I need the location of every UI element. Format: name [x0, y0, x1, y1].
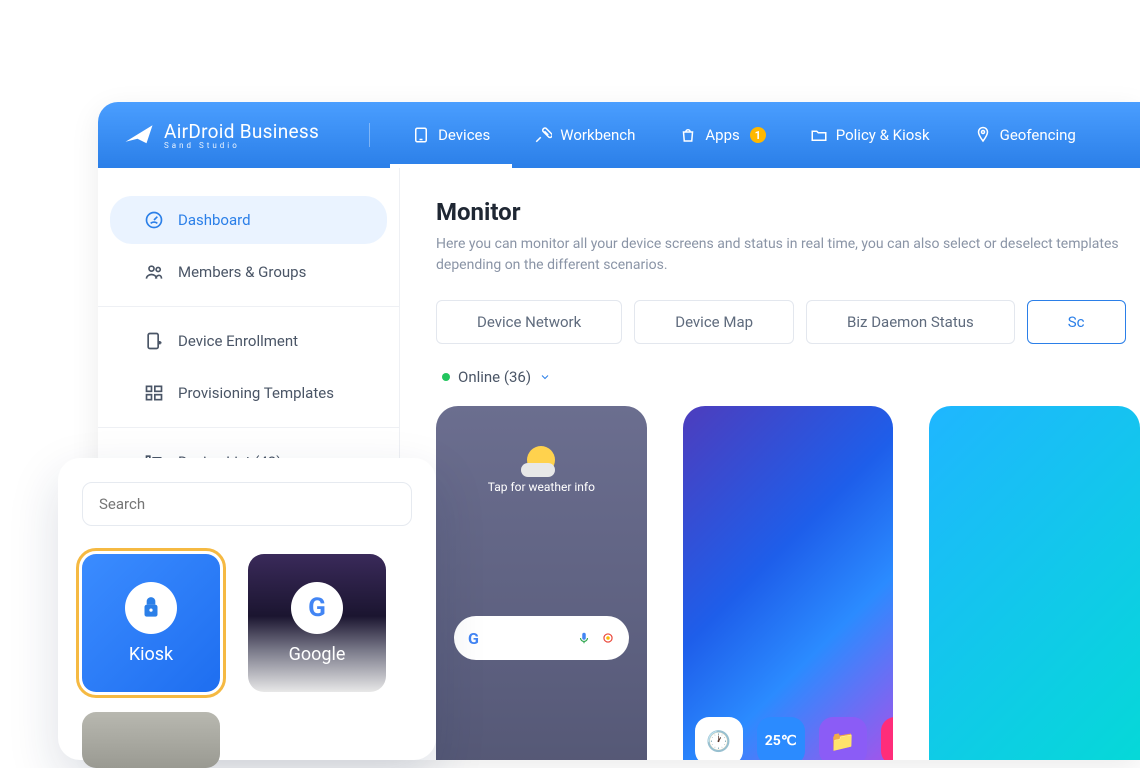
sidebar-members[interactable]: Members & Groups [110, 248, 387, 296]
app-grid-2: 🕐Clock 25℃Weather 📁File Manager ♪i Music… [695, 717, 882, 760]
brand-name: AirDroid Business [164, 120, 319, 143]
online-filter[interactable]: Online (36) [442, 368, 1140, 386]
clock-icon: 🕐 [695, 717, 743, 760]
weather-text: Tap for weather info [436, 480, 647, 494]
sidebar-dashboard-label: Dashboard [178, 211, 251, 229]
lock-icon [125, 582, 177, 634]
device-screen-2[interactable]: 🕐Clock 25℃Weather 📁File Manager ♪i Music… [683, 406, 894, 760]
tab-biz-daemon[interactable]: Biz Daemon Status [806, 300, 1015, 344]
sidebar-members-label: Members & Groups [178, 263, 306, 281]
logo-icon [124, 123, 154, 147]
online-dot-icon [442, 373, 450, 381]
sidebar-provisioning-label: Provisioning Templates [178, 384, 334, 402]
sidebar-separator [98, 306, 399, 307]
tab-screen[interactable]: Sc [1027, 300, 1126, 344]
app-music: ♪i Music [881, 717, 894, 760]
lens-icon [601, 631, 615, 645]
tab-device-network[interactable]: Device Network [436, 300, 622, 344]
brand-sub: Sand Studio [164, 141, 319, 150]
sidebar-separator-2 [98, 427, 399, 428]
logo: AirDroid Business Sand Studio [124, 120, 319, 150]
device-add-icon [144, 331, 164, 351]
gauge-icon [144, 210, 164, 230]
nav-divider [369, 123, 370, 147]
sidebar-enrollment-label: Device Enrollment [178, 332, 298, 350]
pin-icon [974, 126, 992, 144]
device-grid: Tap for weather info G 10Calendar ✱Galle… [436, 406, 1140, 760]
nav-geofencing[interactable]: Geofencing [952, 102, 1098, 168]
music-icon: ♪ [881, 717, 894, 760]
app-clock: 🕐Clock [695, 717, 743, 760]
tile-kiosk[interactable]: Kiosk [82, 554, 220, 692]
main: Monitor Here you can monitor all your de… [400, 168, 1140, 760]
bag-icon [679, 126, 697, 144]
sidebar-enrollment[interactable]: Device Enrollment [110, 317, 387, 365]
tools-icon [534, 126, 552, 144]
page-desc: Here you can monitor all your device scr… [436, 234, 1136, 276]
tab-device-map[interactable]: Device Map [634, 300, 794, 344]
nav-workbench-label: Workbench [560, 126, 635, 144]
nav-policy-label: Policy & Kiosk [836, 126, 930, 144]
device-screen-3[interactable] [929, 406, 1140, 760]
sidebar-dashboard[interactable]: Dashboard [110, 196, 387, 244]
users-icon [144, 262, 164, 282]
kiosk-search-input[interactable] [82, 482, 412, 526]
sun-cloud-icon [527, 446, 555, 474]
nav-apps-badge: 1 [750, 127, 766, 143]
nav-policy[interactable]: Policy & Kiosk [788, 102, 952, 168]
chevron-down-icon [539, 371, 551, 383]
weather-widget: Tap for weather info [436, 406, 647, 494]
tabs: Device Network Device Map Biz Daemon Sta… [436, 300, 1140, 344]
google-g-icon: G [468, 629, 479, 648]
nav-workbench[interactable]: Workbench [512, 102, 657, 168]
sidebar-provisioning[interactable]: Provisioning Templates [110, 369, 387, 417]
folder-icon [810, 126, 828, 144]
header: AirDroid Business Sand Studio Devices Wo… [98, 102, 1140, 168]
kiosk-popup: Kiosk G Google [58, 458, 436, 760]
app-weather: 25℃Weather [757, 717, 805, 760]
google-logo-icon: G [291, 582, 343, 634]
tile-kiosk-label: Kiosk [129, 644, 173, 665]
nav-apps[interactable]: Apps 1 [657, 102, 787, 168]
weather-icon: 25℃ [757, 717, 805, 760]
kiosk-tiles: Kiosk G Google [82, 554, 412, 692]
page-title: Monitor [436, 198, 1140, 226]
tile-google-label: Google [289, 644, 346, 665]
folder-app-icon: 📁 [819, 717, 867, 760]
tablet-icon [412, 126, 430, 144]
top-nav: Devices Workbench Apps 1 Policy & Kiosk … [390, 102, 1098, 168]
online-label: Online (36) [458, 368, 531, 386]
nav-devices[interactable]: Devices [390, 102, 512, 168]
google-search-bar: G [454, 616, 629, 660]
device-screen-1[interactable]: Tap for weather info G 10Calendar ✱Galle… [436, 406, 647, 760]
mic-icon [577, 631, 591, 645]
nav-devices-label: Devices [438, 126, 490, 144]
nav-apps-label: Apps [705, 126, 739, 144]
nav-geofencing-label: Geofencing [1000, 126, 1076, 144]
templates-icon [144, 383, 164, 403]
app-file-manager: 📁File Manager [819, 717, 867, 760]
tile-google[interactable]: G Google [248, 554, 386, 692]
